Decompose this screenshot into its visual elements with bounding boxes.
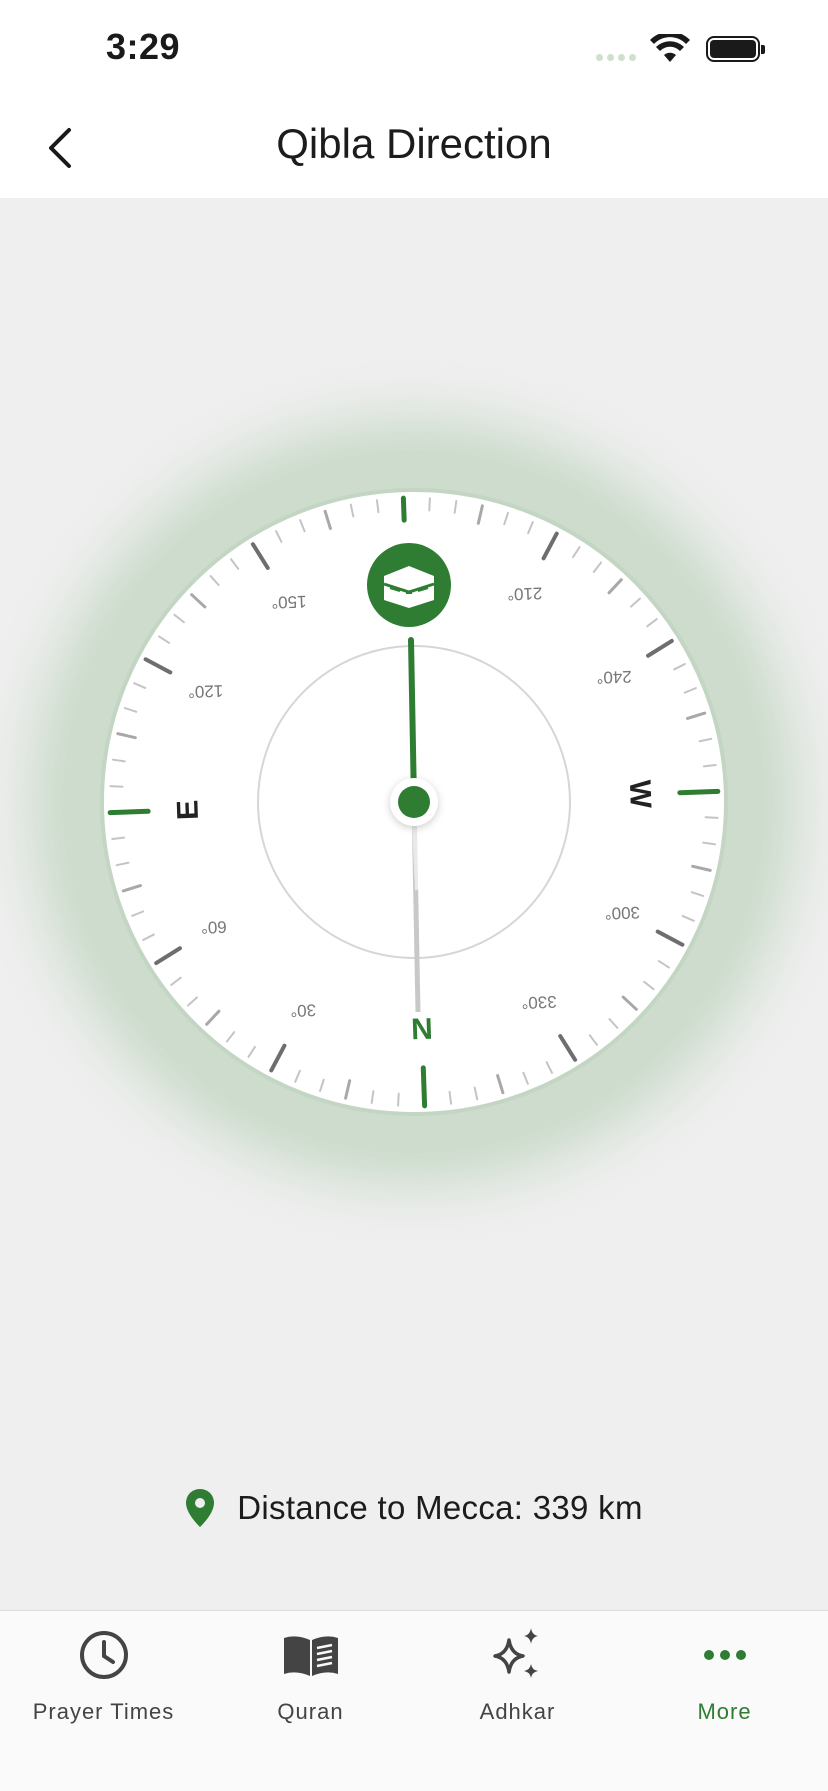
page-title: Qibla Direction	[276, 120, 552, 167]
nav-label: Quran	[277, 1699, 344, 1724]
book-icon	[283, 1636, 338, 1676]
cellular-signal-icon	[596, 54, 636, 61]
location-pin-icon	[186, 1489, 215, 1527]
battery-icon	[706, 36, 765, 62]
nav-label: Prayer Times	[32, 1699, 175, 1724]
nav-label: Adhkar	[479, 1699, 556, 1724]
nav-quran[interactable]: Quran	[207, 1611, 414, 1791]
sparkles-icon	[492, 1628, 538, 1678]
status-bar: 3:29	[0, 0, 828, 98]
nav-label: More	[697, 1699, 752, 1724]
clock-icon	[79, 1631, 128, 1679]
app-bar: Qibla Direction	[0, 98, 828, 198]
compass-face	[100, 488, 728, 1116]
more-dots-icon	[703, 1650, 746, 1660]
nav-prayer-times[interactable]: Prayer Times	[0, 1611, 207, 1791]
distance-to-mecca: Distance to Mecca: 339 km	[237, 1489, 643, 1526]
wifi-icon	[650, 34, 690, 62]
status-time: 3:29	[106, 26, 181, 67]
nav-adhkar[interactable]: Adhkar	[414, 1611, 621, 1791]
bottom-navigation: Prayer Times Quran Adhkar More	[0, 1610, 828, 1791]
distance-row: Distance to Mecca: 339 km	[0, 1488, 828, 1528]
nav-more[interactable]: More	[621, 1611, 828, 1791]
